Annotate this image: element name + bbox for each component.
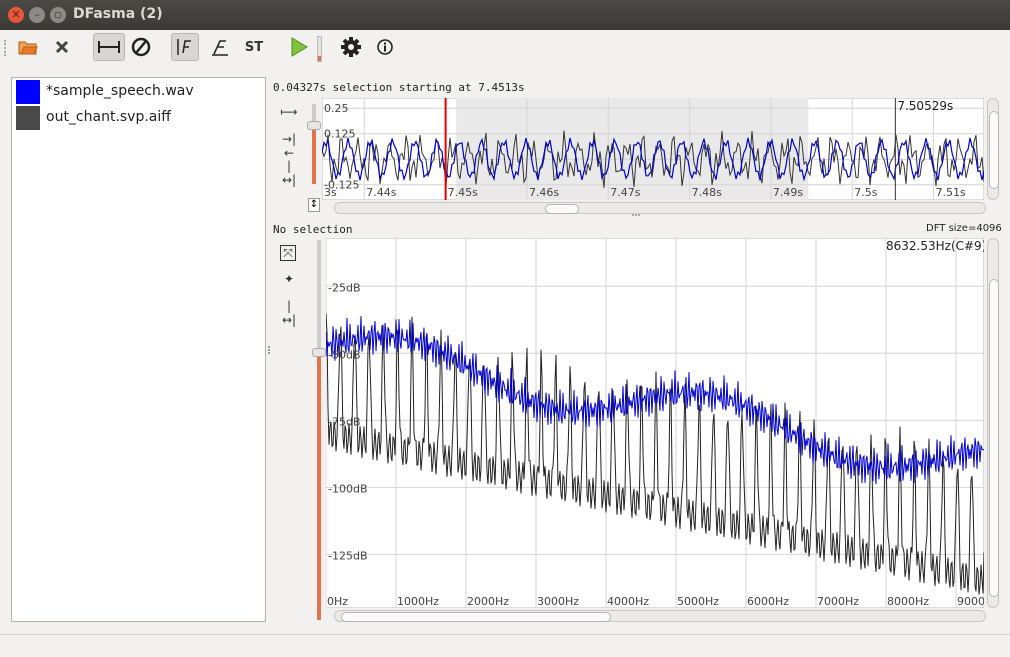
show-f0-icon[interactable] (206, 33, 234, 61)
amplitude-slider-handle[interactable] (307, 121, 321, 130)
cursor-time-label: 7.50529s (897, 99, 953, 113)
zoom-in-icon[interactable]: ✦ (280, 272, 298, 286)
scrollbar-thumb[interactable] (989, 279, 999, 597)
settings-icon[interactable] (337, 33, 365, 61)
x-tick-label: 8000Hz (887, 595, 929, 608)
toolbar-grip[interactable] (4, 40, 9, 56)
open-file-icon[interactable] (14, 33, 42, 61)
zoom-out-icon[interactable]: |↔| (280, 159, 298, 187)
y-tick-label: 0.25 (324, 102, 349, 115)
show-spectrum-icon[interactable] (171, 33, 199, 61)
spectrum-hscrollbar[interactable] (334, 610, 986, 622)
play-icon[interactable] (285, 33, 313, 61)
x-tick-label: 4000Hz (607, 595, 649, 608)
x-tick-label: 7000Hz (817, 595, 859, 608)
list-item[interactable]: out_chant.svp.aiff (16, 106, 261, 130)
y-tick-label: -125dB (328, 549, 368, 562)
file-name: *sample_speech.wav (46, 83, 194, 99)
panel-splitter[interactable] (632, 214, 640, 219)
spectrum-plot[interactable]: -25dB -50dB -75dB -100dB -125dB 0Hz 1000Hz 2000… (326, 238, 984, 608)
status-bar (0, 634, 1010, 657)
close-file-icon[interactable] (48, 33, 76, 61)
splitter-handle[interactable] (268, 346, 273, 354)
waveform-plot[interactable]: 0.250.125-0.1253s 7.44s 7.45s 7.46s 7.47s 7.4… (322, 98, 984, 200)
edit-mode-icon[interactable] (127, 33, 155, 61)
cursor-frequency-label: 8632.53Hz(C#9) (886, 239, 984, 253)
y-tick-label: -75dB (328, 415, 361, 428)
x-tick-label: 9000Hz (957, 595, 984, 608)
show-spectrogram-icon[interactable]: ST (240, 33, 268, 61)
scrollbar-thumb[interactable] (341, 612, 611, 622)
volume-meter (317, 36, 322, 62)
x-tick-label: 7.46s (529, 186, 559, 199)
vertical-zoom-icon[interactable]: ↕ (308, 198, 320, 212)
scrollbar-thumb[interactable] (545, 204, 579, 214)
maximize-window-icon[interactable]: ▫ (50, 7, 66, 23)
x-tick-label: 7.45s (448, 186, 478, 199)
x-tick-label: 7.47s (610, 186, 640, 199)
file-name: out_chant.svp.aiff (46, 109, 171, 125)
toolbar: ST (0, 30, 1010, 66)
dft-size-label: DFT size=4096 (926, 223, 1002, 234)
zoom-fit-icon[interactable]: ⟼ (280, 105, 298, 119)
x-tick-label: 1000Hz (397, 595, 439, 608)
waveform-hscrollbar[interactable] (334, 202, 986, 214)
x-tick-label: 0Hz (327, 595, 348, 608)
file-color-swatch[interactable] (16, 106, 40, 130)
x-tick-label: 7.5s (854, 186, 877, 199)
x-tick-label: 3000Hz (537, 595, 579, 608)
db-slider-handle[interactable] (312, 348, 326, 357)
y-tick-label: -50dB (328, 348, 361, 361)
selection-mode-icon[interactable] (93, 33, 125, 61)
y-tick-label: -100dB (328, 482, 368, 495)
minimize-window-icon[interactable]: – (29, 7, 45, 23)
scrollbar-thumb[interactable] (989, 111, 999, 189)
x-tick-label: 7.44s (366, 186, 396, 199)
spectrum-vscrollbar[interactable] (987, 238, 999, 608)
list-item[interactable]: *sample_speech.wav (16, 80, 261, 104)
zoom-in-icon[interactable]: →|← (280, 132, 298, 160)
amplitude-slider-fill (312, 125, 316, 184)
x-tick-label: 6000Hz (747, 595, 789, 608)
waveform-vscrollbar[interactable] (987, 98, 999, 200)
about-icon[interactable] (371, 33, 399, 61)
spectrum-status: No selection (273, 223, 353, 236)
y-tick-label: -25dB (328, 281, 361, 294)
x-tick-label: 2000Hz (467, 595, 509, 608)
waveform-status: 0.04327s selection starting at 7.4513s (273, 81, 525, 94)
title-bar: ✕ – ▫ DFasma (2) (0, 0, 1010, 30)
x-tick-label: 5000Hz (677, 595, 719, 608)
zoom-out-icon[interactable]: |↔| (280, 299, 298, 327)
db-slider-fill (317, 352, 321, 620)
x-tick-label: 7.49s (773, 186, 803, 199)
close-window-icon[interactable]: ✕ (8, 7, 24, 23)
x-tick-label: 7.51s (936, 186, 966, 199)
file-list[interactable]: *sample_speech.wav out_chant.svp.aiff (11, 77, 266, 622)
y-tick-label: 0.125 (324, 128, 356, 141)
zoom-fit-icon[interactable]: ⤧ (280, 245, 296, 261)
file-color-swatch[interactable] (16, 80, 40, 104)
window-title: DFasma (2) (73, 6, 163, 22)
x-tick-label: 7.48s (692, 186, 722, 199)
x-tick-label: 3s (324, 186, 337, 199)
